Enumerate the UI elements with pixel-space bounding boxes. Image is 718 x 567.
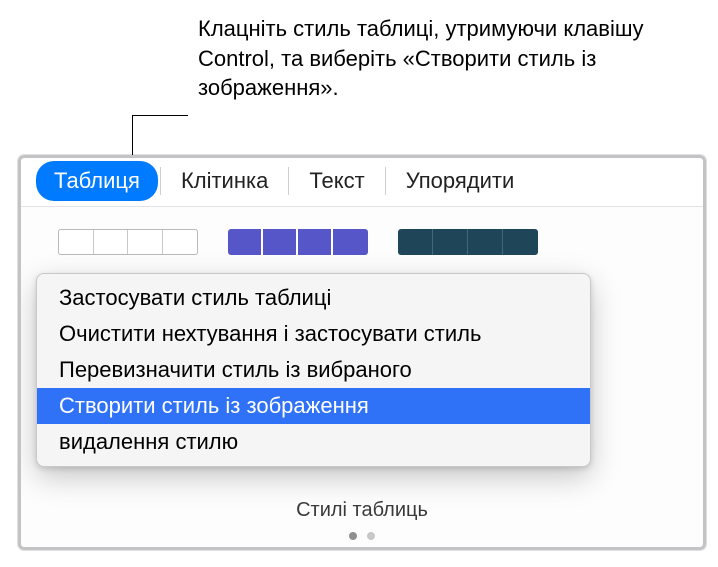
table-styles-label: Стилі таблиць [18,499,706,522]
menu-item-create-style-from-image[interactable]: Створити стиль із зображення [37,388,590,424]
table-style-thumbnail-1[interactable] [58,229,198,255]
tab-divider [160,167,161,195]
menu-item-delete-style[interactable]: видалення стилю [37,424,590,460]
menu-item-clear-overrides[interactable]: Очистити нехтування і застосувати стиль [37,316,590,352]
style-page-dots [18,532,706,540]
page-dot-2[interactable] [367,532,375,540]
tab-divider [288,167,289,195]
table-style-thumbnail-2[interactable] [228,229,368,255]
instruction-annotation: Клацніть стиль таблиці, утримуючи клавіш… [198,14,698,103]
tab-table[interactable]: Таблиця [36,161,158,201]
inspector-tabs: Таблиця Клітинка Текст Упорядити [18,155,706,207]
context-menu: Застосувати стиль таблиці Очистити нехту… [36,273,591,467]
menu-item-apply-style[interactable]: Застосувати стиль таблиці [37,280,590,316]
leader-line-horizontal [132,115,188,116]
tab-arrange[interactable]: Упорядити [388,161,533,201]
table-style-thumbnail-3[interactable] [398,229,538,255]
format-inspector-panel: Таблиця Клітинка Текст Упорядити Застосу… [18,155,706,550]
tab-cell[interactable]: Клітинка [163,161,286,201]
table-styles-row [18,207,706,255]
tab-text[interactable]: Текст [291,161,382,201]
tab-divider [385,167,386,195]
menu-item-redefine-style[interactable]: Перевизначити стиль із вибраного [37,352,590,388]
page-dot-1[interactable] [349,532,357,540]
